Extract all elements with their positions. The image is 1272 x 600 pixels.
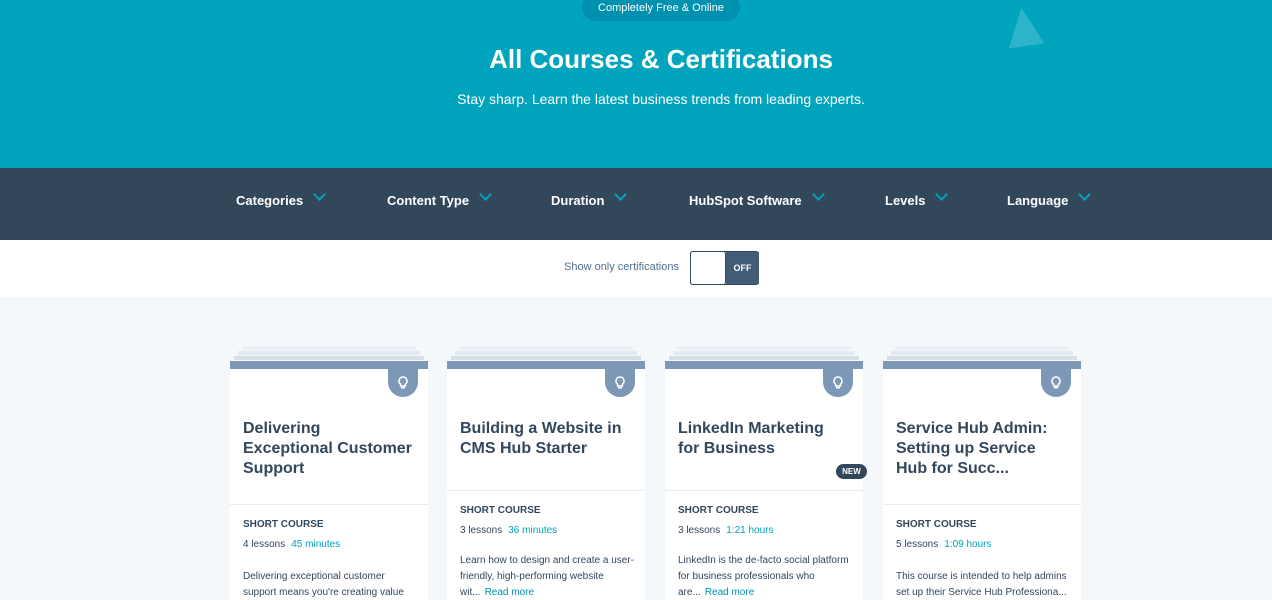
course-card[interactable]: Building a Website in CMS Hub Starter SH… [447,346,645,600]
card-description: This course is intended to help admins s… [896,571,1067,598]
toggle-label: Show only certifications [564,261,679,273]
card-type: SHORT COURSE [896,519,977,530]
new-badge: NEW [836,464,867,479]
card-title[interactable]: Service Hub Admin: Setting up Service Hu… [896,419,1066,479]
chevron-down-icon [610,188,628,207]
filter-content-type[interactable]: Content Type [387,188,492,210]
free-online-pill: Completely Free & Online [582,0,740,21]
toggle-state: OFF [726,252,759,284]
chevron-down-icon [1074,188,1092,207]
card-description: Learn how to design and create a user-fr… [460,555,634,598]
card-type: SHORT COURSE [678,505,759,516]
chevron-down-icon [475,188,492,207]
card-lessons: 5 lessons [896,539,939,550]
certification-toggle-row: Show only certifications OFF [0,240,1272,297]
card-type: SHORT COURSE [460,505,541,516]
filter-bar: Categories Content Type Duration HubSpot… [0,168,1272,240]
card-lessons: 3 lessons [460,525,503,536]
page-title: All Courses & Certifications [489,44,833,74]
card-duration: 36 minutes [508,525,558,536]
card-title[interactable]: Delivering Exceptional Customer Support [243,419,413,479]
chevron-down-icon [931,188,949,207]
card-type: SHORT COURSE [243,519,324,530]
hero-banner: Completely Free & Online All Courses & C… [0,0,1272,168]
filter-hubspot-software[interactable]: HubSpot Software [689,188,825,210]
filter-label: HubSpot Software [689,192,802,208]
filter-label: Language [1007,192,1069,208]
card-description: LinkedIn is the de-facto social platform… [678,555,849,598]
chevron-down-icon [309,188,327,207]
filter-label: Categories [236,192,304,208]
certifications-toggle[interactable]: OFF [690,251,759,285]
card-title[interactable]: Building a Website in CMS Hub Starter [460,419,630,459]
card-duration: 1:09 hours [944,539,992,550]
card-duration: 45 minutes [291,539,341,550]
course-card[interactable]: Delivering Exceptional Customer Support … [230,346,428,600]
filter-label: Levels [885,192,926,208]
course-card[interactable]: Service Hub Admin: Setting up Service Hu… [883,346,1081,600]
filter-categories[interactable]: Categories [236,188,327,210]
course-card[interactable]: LinkedIn Marketing for Business SHORT CO… [665,346,863,600]
chevron-down-icon [808,188,825,207]
filter-duration[interactable]: Duration [551,188,628,210]
filter-label: Content Type [387,192,470,208]
filter-levels[interactable]: Levels [885,188,949,210]
decorative-triangle [1003,5,1045,49]
card-lessons: 4 lessons [243,539,286,550]
filter-language[interactable]: Language [1007,188,1092,210]
card-duration: 1:21 hours [726,525,774,536]
card-title[interactable]: LinkedIn Marketing for Business [678,419,848,459]
toggle-knob [690,251,726,285]
page-subtitle: Stay sharp. Learn the latest business tr… [457,91,865,107]
filter-label: Duration [551,192,605,208]
card-lessons: 3 lessons [678,525,721,536]
card-description: Delivering exceptional customer support … [243,571,404,598]
read-more-link[interactable]: Read more [485,587,534,598]
read-more-link[interactable]: Read more [705,587,754,598]
